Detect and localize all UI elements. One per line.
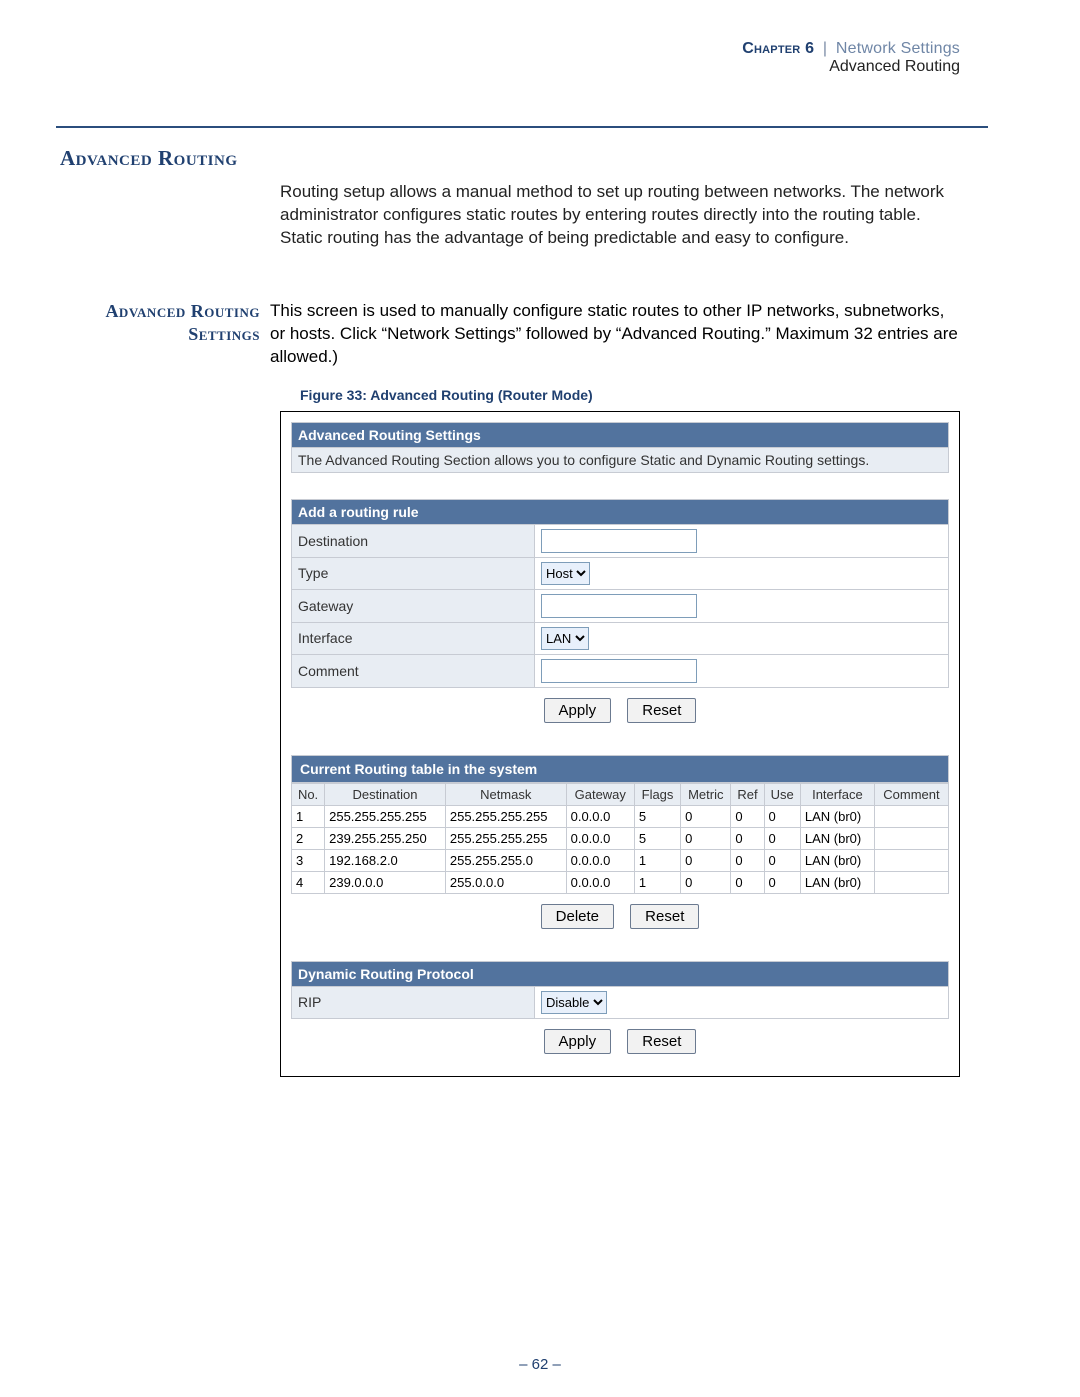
rt-col-use: Use <box>764 783 800 805</box>
table-row[interactable]: 1255.255.255.255255.255.255.2550.0.0.050… <box>292 805 949 827</box>
interface-select[interactable]: LAN <box>541 627 589 650</box>
subsection-body: This screen is used to manually configur… <box>270 300 1080 369</box>
rt-col-flags: Flags <box>634 783 680 805</box>
page-number: – 62 – <box>0 1356 1080 1373</box>
advanced-routing-settings-panel: Advanced Routing Settings The Advanced R… <box>291 422 949 473</box>
add-routing-rule-panel: Add a routing rule Destination Type Host… <box>291 499 949 688</box>
comment-input[interactable] <box>541 659 697 683</box>
dynamic-routing-panel: Dynamic Routing Protocol RIP Disable <box>291 961 949 1019</box>
header-chapter: Chapter 6 <box>742 40 814 57</box>
panel1-title: Advanced Routing Settings <box>292 422 949 447</box>
intro-paragraph: Routing setup allows a manual method to … <box>280 181 960 250</box>
reset-button-3[interactable]: Reset <box>627 1029 696 1054</box>
rt-col-comment: Comment <box>874 783 948 805</box>
header-section: Network Settings <box>836 40 960 57</box>
figure-caption: Figure 33: Advanced Routing (Router Mode… <box>300 387 1080 403</box>
subsection-side-label: Advanced Routing Settings <box>0 300 270 369</box>
header-breadcrumb: Chapter 6 | Network Settings <box>0 40 1080 58</box>
reset-button-2[interactable]: Reset <box>630 904 699 929</box>
label-comment: Comment <box>292 654 535 687</box>
table-row[interactable]: 4239.0.0.0255.0.0.00.0.0.01000LAN (br0) <box>292 871 949 893</box>
section-title: Advanced Routing <box>60 146 1080 171</box>
type-select[interactable]: Host <box>541 562 590 585</box>
router-screenshot: Advanced Routing Settings The Advanced R… <box>280 411 960 1077</box>
label-rip: RIP <box>292 986 535 1018</box>
header-sep: | <box>819 40 831 57</box>
table-row[interactable]: 3192.168.2.0255.255.255.00.0.0.01000LAN … <box>292 849 949 871</box>
reset-button[interactable]: Reset <box>627 698 696 723</box>
delete-button[interactable]: Delete <box>541 904 614 929</box>
rt-col-no: No. <box>292 783 325 805</box>
routing-table-buttons: Delete Reset <box>291 894 949 935</box>
dynamic-title: Dynamic Routing Protocol <box>292 961 949 986</box>
apply-button-2[interactable]: Apply <box>544 1029 612 1054</box>
destination-input[interactable] <box>541 529 697 553</box>
label-destination: Destination <box>292 524 535 557</box>
apply-button[interactable]: Apply <box>544 698 612 723</box>
table-row[interactable]: 2239.255.255.250255.255.255.2550.0.0.050… <box>292 827 949 849</box>
routing-table-title: Current Routing table in the system <box>291 755 949 783</box>
section-rule <box>56 126 988 128</box>
rt-col-ref: Ref <box>731 783 764 805</box>
side-label-line2: Settings <box>188 324 260 344</box>
gateway-input[interactable] <box>541 594 697 618</box>
rt-col-metric: Metric <box>681 783 731 805</box>
rip-select[interactable]: Disable <box>541 991 607 1014</box>
panel1-desc: The Advanced Routing Section allows you … <box>292 447 949 472</box>
add-rule-buttons: Apply Reset <box>291 688 949 729</box>
dynamic-buttons: Apply Reset <box>291 1019 949 1060</box>
rt-col-interface: Interface <box>800 783 874 805</box>
header-subsection: Advanced Routing <box>0 58 1080 76</box>
rt-col-dest: Destination <box>325 783 446 805</box>
label-interface: Interface <box>292 622 535 654</box>
side-label-line1: Advanced Routing <box>105 301 260 321</box>
rt-col-netmask: Netmask <box>445 783 566 805</box>
label-gateway: Gateway <box>292 589 535 622</box>
add-rule-title: Add a routing rule <box>292 499 949 524</box>
routing-table: No. Destination Netmask Gateway Flags Me… <box>291 783 949 894</box>
rt-col-gateway: Gateway <box>566 783 634 805</box>
label-type: Type <box>292 557 535 589</box>
